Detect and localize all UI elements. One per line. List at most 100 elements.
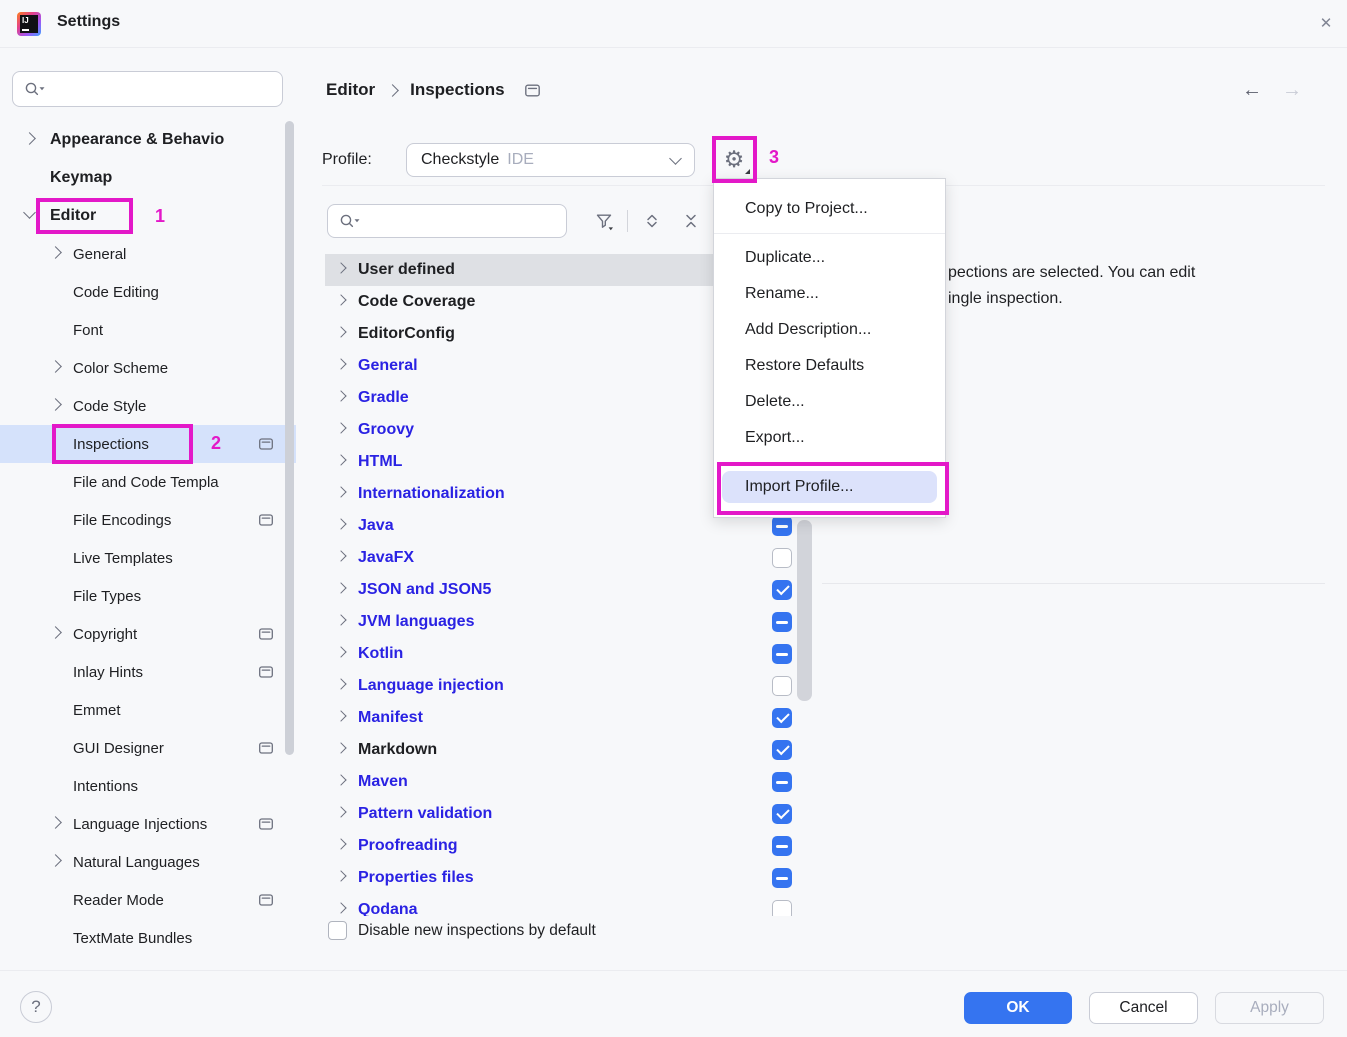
- inspection-checkbox[interactable]: [772, 708, 792, 728]
- sidebar-item[interactable]: File and Code Templa: [0, 463, 296, 501]
- menu-item[interactable]: Copy to Project...: [714, 191, 945, 227]
- sidebar-item[interactable]: Code Editing: [0, 273, 296, 311]
- inspection-group-row[interactable]: Properties files: [325, 862, 813, 894]
- sidebar-item[interactable]: TextMate Bundles: [0, 919, 296, 957]
- chevron-right-icon: [335, 710, 346, 721]
- sidebar-item[interactable]: TODO: [0, 957, 296, 970]
- sidebar-item-label: Code Style: [0, 398, 146, 415]
- sidebar-item-label: Font: [0, 322, 103, 339]
- menu-item[interactable]: Duplicate...: [714, 240, 945, 276]
- inspection-checkbox[interactable]: [772, 836, 792, 856]
- inspection-checkbox[interactable]: [772, 548, 792, 568]
- inspection-checkbox[interactable]: [772, 676, 792, 696]
- inspection-checkbox[interactable]: [772, 516, 792, 536]
- chevron-right-icon: [335, 390, 346, 401]
- disable-new-inspections-checkbox[interactable]: [328, 921, 347, 940]
- inspection-group-row[interactable]: Qodana: [325, 894, 813, 916]
- sidebar-item[interactable]: Natural Languages: [0, 843, 296, 881]
- inspection-checkbox[interactable]: [772, 740, 792, 760]
- project-level-settings-icon: [258, 626, 274, 642]
- profile-select[interactable]: Checkstyle IDE: [406, 143, 695, 177]
- inspection-checkbox[interactable]: [772, 580, 792, 600]
- expand-all-icon[interactable]: [643, 212, 661, 230]
- inspection-group-row[interactable]: Maven: [325, 766, 813, 798]
- search-icon: [338, 212, 362, 230]
- breadcrumb-inspections[interactable]: Inspections: [410, 80, 504, 100]
- inspection-group-row[interactable]: Kotlin: [325, 638, 813, 670]
- sidebar-item[interactable]: File Encodings: [0, 501, 296, 539]
- inspection-description: pections are selected. You can edit ingl…: [948, 260, 1195, 312]
- breadcrumb-editor[interactable]: Editor: [326, 80, 375, 100]
- menu-item[interactable]: Import Profile...: [722, 471, 937, 503]
- inspection-checkbox[interactable]: [772, 900, 792, 916]
- inspection-group-row[interactable]: JVM languages: [325, 606, 813, 638]
- profile-scope: IDE: [507, 151, 671, 169]
- cancel-button[interactable]: Cancel: [1089, 992, 1198, 1024]
- ok-button[interactable]: OK: [964, 992, 1072, 1024]
- sidebar-item[interactable]: Copyright: [0, 615, 296, 653]
- sidebar-scrollbar[interactable]: [285, 121, 294, 755]
- inspection-checkbox[interactable]: [772, 772, 792, 792]
- inspection-checkbox[interactable]: [772, 868, 792, 888]
- menu-item[interactable]: Rename...: [714, 276, 945, 312]
- chevron-right-icon: [335, 454, 346, 465]
- menu-item-label: Delete...: [745, 393, 805, 410]
- close-icon[interactable]: ✕: [1313, 11, 1339, 37]
- inspection-group-row[interactable]: JavaFX: [325, 542, 813, 574]
- menu-item[interactable]: Add Description...: [714, 312, 945, 348]
- description-line: ingle inspection.: [948, 286, 1195, 312]
- sidebar-item[interactable]: Keymap: [0, 159, 296, 197]
- inspection-group-label: Markdown: [358, 741, 437, 758]
- sidebar-item-label: Intentions: [0, 778, 138, 795]
- sidebar-item[interactable]: Code Style: [0, 387, 296, 425]
- chevron-right-icon: [335, 358, 346, 369]
- menu-item[interactable]: Export...: [714, 420, 945, 456]
- sidebar-item[interactable]: General: [0, 235, 296, 273]
- settings-search-field[interactable]: [12, 71, 283, 107]
- inspection-group-label: Pattern validation: [358, 805, 492, 822]
- help-icon[interactable]: ?: [20, 991, 52, 1023]
- sidebar-item[interactable]: Appearance & Behavio: [0, 121, 296, 159]
- inspection-group-row[interactable]: Manifest: [325, 702, 813, 734]
- inspection-checkbox[interactable]: [772, 612, 792, 632]
- settings-search-input[interactable]: [47, 81, 282, 98]
- inspection-group-row[interactable]: Language injection: [325, 670, 813, 702]
- inspections-search-field[interactable]: [327, 204, 567, 238]
- inspection-group-label: Proofreading: [358, 837, 458, 854]
- sidebar-item[interactable]: Inlay Hints: [0, 653, 296, 691]
- collapse-all-icon[interactable]: [682, 212, 700, 230]
- inspection-group-row[interactable]: Markdown: [325, 734, 813, 766]
- sidebar-item[interactable]: Color Scheme: [0, 349, 296, 387]
- window-title: Settings: [57, 13, 120, 31]
- sidebar-item[interactable]: Emmet: [0, 691, 296, 729]
- detail-divider: [822, 583, 1325, 584]
- project-level-settings-icon: [258, 816, 274, 832]
- inspections-search-input[interactable]: [362, 213, 566, 230]
- sidebar-item[interactable]: Editor: [0, 197, 296, 235]
- menu-item[interactable]: Delete...: [714, 384, 945, 420]
- menu-item[interactable]: Restore Defaults: [714, 348, 945, 384]
- sidebar-item[interactable]: File Types: [0, 577, 296, 615]
- list-scrollbar[interactable]: [797, 520, 812, 701]
- inspection-checkbox[interactable]: [772, 644, 792, 664]
- menu-item[interactable]: [714, 233, 945, 234]
- chevron-right-icon: [386, 84, 399, 97]
- profile-actions-button[interactable]: ⚙: [719, 145, 749, 175]
- sidebar-item[interactable]: Language Injections: [0, 805, 296, 843]
- sidebar-item-label: File Types: [0, 588, 141, 605]
- disable-new-inspections-row: Disable new inspections by default: [328, 921, 596, 940]
- sidebar-item[interactable]: Intentions: [0, 767, 296, 805]
- inspection-group-row[interactable]: Proofreading: [325, 830, 813, 862]
- back-arrow-icon[interactable]: ←: [1242, 79, 1262, 102]
- inspection-checkbox[interactable]: [772, 804, 792, 824]
- sidebar-item[interactable]: Inspections: [0, 425, 296, 463]
- sidebar-item-label: Inspections: [0, 436, 149, 453]
- sidebar-item[interactable]: Font: [0, 311, 296, 349]
- sidebar-item-label: Emmet: [0, 702, 121, 719]
- filter-icon[interactable]: [595, 212, 613, 230]
- inspection-group-row[interactable]: JSON and JSON5: [325, 574, 813, 606]
- sidebar-item[interactable]: Reader Mode: [0, 881, 296, 919]
- sidebar-item[interactable]: GUI Designer: [0, 729, 296, 767]
- sidebar-item[interactable]: Live Templates: [0, 539, 296, 577]
- inspection-group-row[interactable]: Pattern validation: [325, 798, 813, 830]
